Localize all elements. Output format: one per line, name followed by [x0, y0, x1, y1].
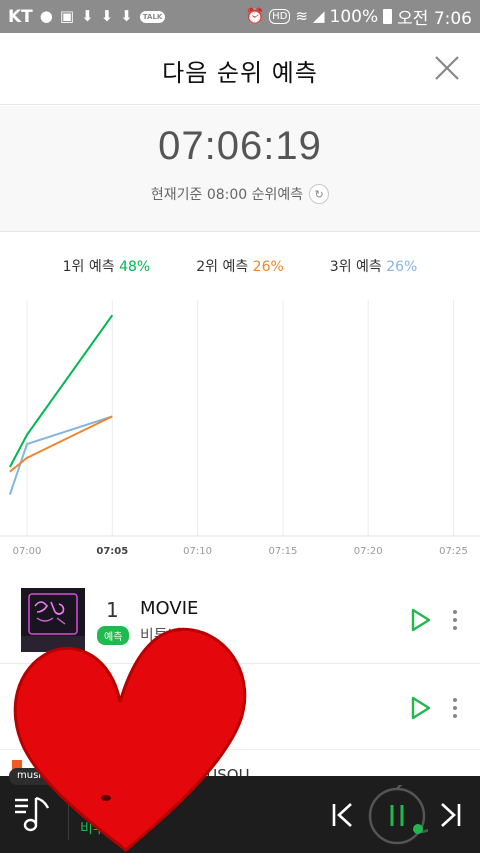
more-icon	[453, 698, 457, 702]
x-tick-label: 07:15	[268, 546, 297, 557]
header: 다음 순위 예측	[0, 33, 480, 105]
pause-icon	[390, 805, 404, 826]
series-line-1	[9, 314, 114, 468]
more-icon	[453, 610, 457, 614]
page-title: 다음 순위 예측	[162, 59, 318, 87]
battery-percent: 100%	[329, 6, 379, 27]
x-tick-label: 07:05	[96, 546, 128, 557]
status-clock: 오전 7:06	[397, 9, 472, 29]
hd-voice-icon: HD	[269, 9, 291, 24]
series-line-2	[9, 415, 113, 473]
refresh-icon: ↻	[314, 187, 324, 201]
chart-legend: 1위 예측 48% 2위 예측 26% 3위 예측 26%	[0, 256, 480, 276]
heart-drawing	[13, 627, 247, 852]
carrier-label: KT	[8, 6, 33, 27]
x-tick-label: 07:10	[183, 546, 212, 557]
x-tick-label: 07:25	[439, 546, 468, 557]
previous-button[interactable]	[329, 800, 355, 830]
wifi-icon: ≋	[295, 7, 308, 25]
legend-pct-1: 48%	[119, 259, 151, 275]
close-button[interactable]	[432, 53, 462, 83]
next-button[interactable]	[438, 800, 464, 830]
countdown-panel: 07:06:19 현재기준 08:00 순위예측 ↻	[0, 106, 480, 232]
download-icon: ⬇	[81, 7, 94, 25]
legend-item-1: 1위 예측 48%	[62, 259, 151, 275]
legend-pct-3: 26%	[386, 259, 418, 275]
next-icon	[441, 803, 461, 827]
battery-icon	[383, 9, 393, 24]
prediction-basis-label: 현재기준 08:00 순위예측	[150, 187, 304, 203]
status-bar: KT ● ▣ ⬇ ⬇ ⬇ TALK ⏰ HD ≋ ◢ 100% 오전 7:06	[0, 0, 480, 33]
series-line-3	[8, 415, 113, 495]
kakaotalk-icon: TALK	[139, 10, 166, 23]
rank-number: 1	[106, 598, 119, 622]
signal-icon: ◢	[312, 7, 325, 25]
alarm-icon: ⏰	[245, 7, 265, 25]
song-title: MOVIE	[140, 598, 199, 619]
previous-icon	[332, 803, 352, 827]
download-icon: ⬇	[100, 7, 114, 25]
image-icon: ▣	[59, 7, 75, 25]
play-icon	[411, 608, 431, 632]
olleh-icon: ●	[39, 7, 53, 25]
refresh-button[interactable]: ↻	[309, 184, 330, 204]
x-tick-label: 07:20	[354, 546, 383, 557]
rank-prediction-chart: 07:00 07:05 07:10 07:15 07:20 07:25	[0, 300, 480, 557]
play-button[interactable]	[408, 606, 434, 634]
play-button[interactable]	[408, 694, 434, 722]
timer-subtitle: 현재기준 08:00 순위예측 ↻	[0, 184, 480, 204]
x-tick-label: 07:00	[13, 546, 42, 557]
legend-item-3: 3위 예측 26%	[329, 259, 418, 275]
countdown-timer: 07:06:19	[158, 124, 322, 168]
more-button[interactable]	[448, 694, 462, 722]
legend-pct-2: 26%	[252, 259, 284, 275]
more-button[interactable]	[448, 606, 462, 634]
legend-item-2: 2위 예측 26%	[196, 259, 284, 275]
download-icon: ⬇	[120, 7, 133, 25]
pause-button[interactable]	[366, 785, 428, 847]
play-icon	[411, 696, 431, 720]
